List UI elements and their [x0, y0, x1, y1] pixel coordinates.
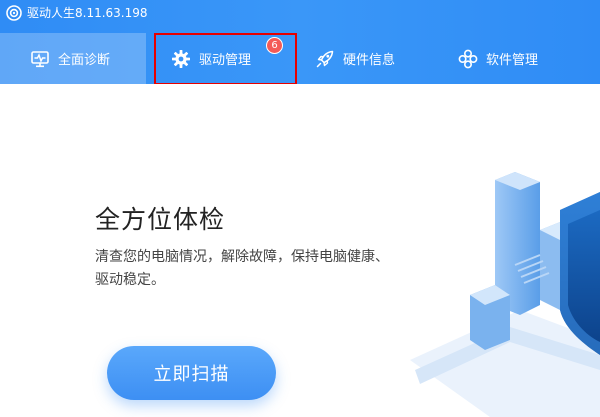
tab-software-management[interactable]: 软件管理: [448, 33, 600, 84]
apps-icon: [458, 49, 478, 68]
security-illustration: [410, 172, 600, 417]
tab-label: 驱动管理: [199, 53, 252, 68]
hero-title: 全方位体检: [95, 205, 226, 234]
hero-description: 清查您的电脑情况，解除故障，保持电脑健康、驱动稳定。: [95, 249, 389, 288]
app-header: 驱动人生8.11.63.198 全面诊断 驱动管理 6 硬件信息 软件管理: [0, 0, 600, 85]
update-count-badge: 6: [266, 37, 283, 54]
app-title: 驱动人生8.11.63.198: [27, 6, 148, 20]
tab-label: 硬件信息: [343, 53, 396, 68]
tab-full-diagnosis[interactable]: 全面诊断: [0, 33, 146, 84]
title-bar: 驱动人生8.11.63.198: [0, 0, 600, 26]
monitor-icon: [31, 50, 49, 67]
rocket-icon: [316, 50, 334, 67]
tab-hardware-info[interactable]: 硬件信息: [307, 33, 457, 84]
app-logo-icon: [6, 5, 22, 21]
tab-driver-management[interactable]: 驱动管理 6: [156, 33, 296, 84]
gear-icon: [172, 49, 190, 68]
scan-now-button[interactable]: 立即扫描: [107, 346, 276, 400]
tab-label: 全面诊断: [58, 53, 111, 68]
tab-label: 软件管理: [486, 53, 539, 68]
